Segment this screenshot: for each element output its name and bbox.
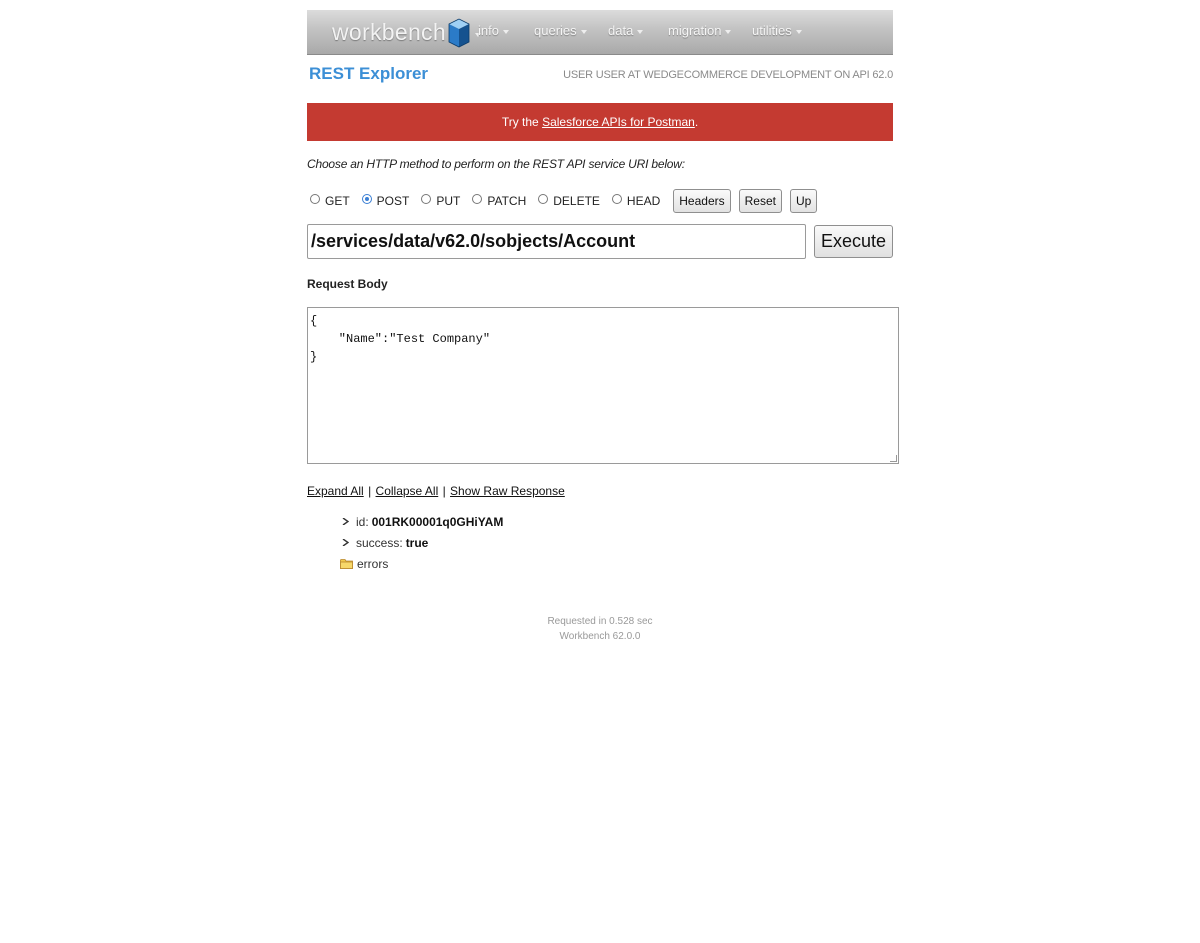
- folder-icon: [340, 559, 353, 569]
- postman-link[interactable]: Salesforce APIs for Postman: [542, 115, 695, 129]
- method-put[interactable]: PUT: [418, 194, 460, 208]
- chevron-down-icon: [795, 29, 802, 34]
- cube-icon: [448, 18, 470, 48]
- uri-input[interactable]: [307, 224, 806, 259]
- menu-utilities[interactable]: utilities: [752, 23, 802, 38]
- up-button[interactable]: Up: [789, 189, 818, 213]
- menu-info[interactable]: info: [478, 23, 509, 38]
- method-patch[interactable]: PATCH: [469, 194, 526, 208]
- workbench-logo[interactable]: workbench: [332, 16, 481, 49]
- headers-button[interactable]: Headers: [673, 189, 731, 213]
- arrow-right-icon: [342, 539, 349, 546]
- response-id-value: 001RK00001q0GHiYAM: [371, 514, 504, 529]
- http-method-selector: GET POST PUT PATCH DELETE HEAD Headers R…: [307, 188, 897, 214]
- expand-all-link[interactable]: Expand All: [307, 484, 364, 498]
- link-separator: |: [368, 484, 372, 498]
- page-footer: Requested in 0.528 sec Workbench 62.0.0: [307, 614, 893, 644]
- request-body-text: { "Name":"Test Company" }: [310, 314, 491, 364]
- resize-grip-icon[interactable]: [890, 455, 897, 462]
- chevron-down-icon: [637, 29, 644, 34]
- user-info: USER USER AT WEDGECOMMERCE DEVELOPMENT O…: [563, 69, 893, 81]
- link-separator: |: [442, 484, 446, 498]
- postman-banner: Try the Salesforce APIs for Postman.: [307, 103, 893, 141]
- tree-item-id[interactable]: id: 001RK00001q0GHiYAM: [340, 511, 897, 532]
- radio-delete[interactable]: [538, 194, 549, 204]
- show-raw-response-link[interactable]: Show Raw Response: [450, 484, 565, 498]
- tree-item-success[interactable]: success: true: [340, 532, 897, 553]
- menu-data[interactable]: data: [608, 23, 644, 38]
- instructions-text: Choose an HTTP method to perform on the …: [307, 157, 685, 171]
- radio-patch[interactable]: [472, 194, 483, 204]
- menu-migration[interactable]: migration: [668, 23, 732, 38]
- arrow-right-icon: [342, 518, 349, 525]
- banner-suffix: .: [694, 115, 699, 129]
- rest-explorer-page: workbench info queries data migration ut…: [307, 10, 899, 574]
- method-post[interactable]: POST: [359, 194, 409, 208]
- menu-queries[interactable]: queries: [534, 23, 587, 38]
- chevron-down-icon: [502, 29, 509, 34]
- response-links: Expand All | Collapse All | Show Raw Res…: [307, 484, 897, 498]
- reset-button[interactable]: Reset: [738, 189, 782, 213]
- method-get[interactable]: GET: [307, 194, 350, 208]
- radio-get[interactable]: [310, 194, 320, 204]
- request-body-label: Request Body: [307, 277, 388, 291]
- radio-put[interactable]: [421, 194, 432, 204]
- request-body-textarea[interactable]: { "Name":"Test Company" }: [307, 307, 899, 464]
- logo-text: workbench: [332, 19, 446, 45]
- page-title: REST Explorer: [309, 64, 429, 83]
- top-navbar: workbench info queries data migration ut…: [307, 10, 893, 55]
- response-success-value: true: [405, 535, 429, 550]
- response-tree: id: 001RK00001q0GHiYAM success: true err…: [340, 511, 897, 574]
- uri-row: Execute: [307, 224, 897, 259]
- chevron-down-icon: [580, 29, 587, 34]
- tree-item-errors[interactable]: errors: [340, 553, 897, 574]
- page-header: REST Explorer USER USER AT WEDGECOMMERCE…: [307, 55, 897, 103]
- method-head[interactable]: HEAD: [609, 194, 660, 208]
- method-delete[interactable]: DELETE: [535, 194, 600, 208]
- radio-post[interactable]: [361, 194, 372, 204]
- execute-button[interactable]: Execute: [814, 225, 894, 258]
- request-timing: Requested in 0.528 sec: [547, 616, 653, 627]
- radio-head[interactable]: [611, 194, 622, 204]
- workbench-version: Workbench 62.0.0: [559, 631, 641, 642]
- chevron-down-icon: [725, 29, 732, 34]
- banner-prefix: Try the: [501, 115, 539, 129]
- collapse-all-link[interactable]: Collapse All: [376, 484, 439, 498]
